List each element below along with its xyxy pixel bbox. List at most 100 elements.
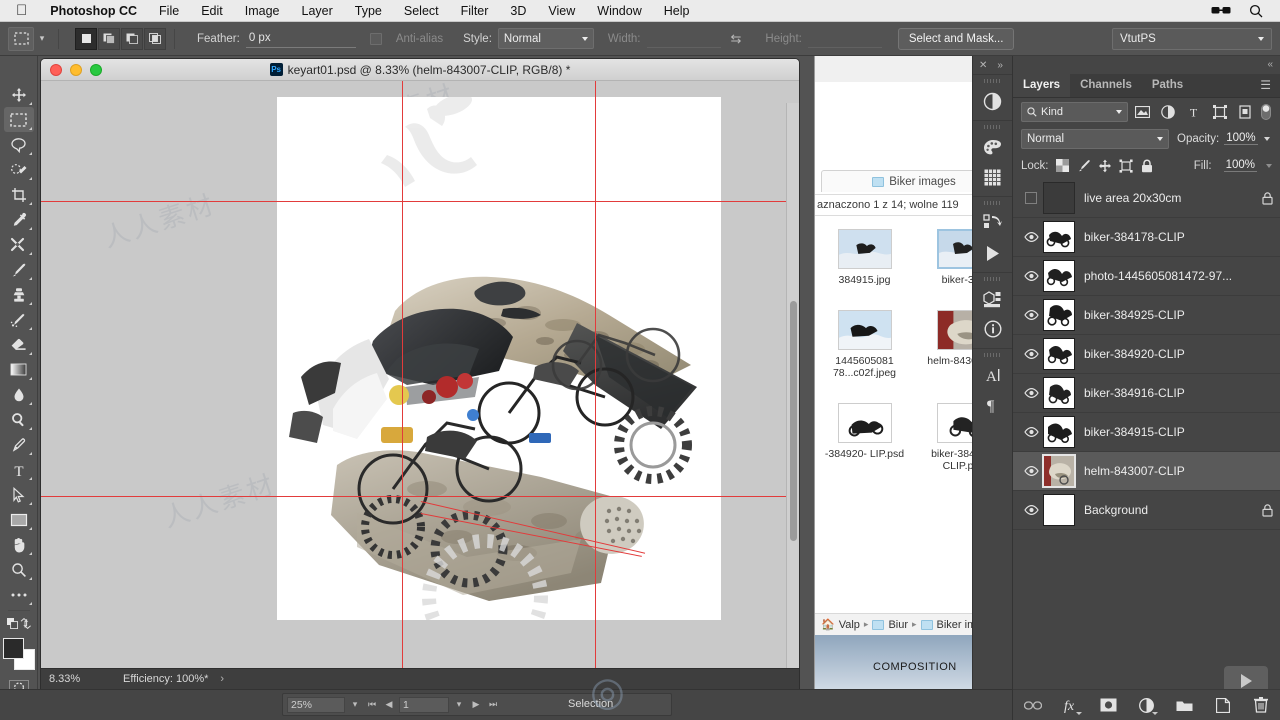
menu-layer[interactable]: Layer bbox=[291, 4, 344, 18]
thumbnail-cell[interactable]: 384915.jpg bbox=[815, 221, 914, 286]
first-frame-button[interactable]: ⏮ bbox=[365, 697, 379, 713]
table-row[interactable]: photo-1445605081472-97... bbox=[1013, 257, 1280, 296]
properties-icon[interactable] bbox=[977, 284, 1009, 314]
layer-style-fx-icon[interactable]: fx bbox=[1061, 695, 1082, 715]
swap-dimensions-icon[interactable]: ⇆ bbox=[731, 31, 742, 47]
clone-stamp-tool[interactable] bbox=[4, 282, 34, 307]
gradient-tool[interactable] bbox=[4, 357, 34, 382]
menu-help[interactable]: Help bbox=[653, 4, 701, 18]
lock-position-icon[interactable] bbox=[1098, 158, 1112, 174]
type-filter-icon[interactable]: T bbox=[1183, 102, 1205, 122]
lock-all-icon[interactable] bbox=[1140, 158, 1154, 174]
eyedropper-tool[interactable] bbox=[4, 207, 34, 232]
crop-tool[interactable] bbox=[4, 182, 34, 207]
adjustments-icon[interactable] bbox=[977, 86, 1009, 116]
app-name-menu[interactable]: Photoshop CC bbox=[39, 4, 148, 18]
last-frame-button[interactable]: ⏭ bbox=[486, 697, 500, 713]
dock-grip[interactable] bbox=[983, 201, 1002, 205]
layer-name[interactable]: biker-384915-CLIP bbox=[1084, 425, 1280, 439]
add-layer-mask-icon[interactable] bbox=[1099, 695, 1119, 715]
layer-visibility-toggle[interactable] bbox=[1019, 271, 1043, 281]
layer-thumbnail[interactable] bbox=[1043, 260, 1075, 292]
width-input[interactable] bbox=[646, 29, 721, 48]
table-row[interactable]: live area 20x30cm bbox=[1013, 179, 1280, 218]
menu-image[interactable]: Image bbox=[234, 4, 291, 18]
eraser-tool[interactable] bbox=[4, 332, 34, 357]
intersect-selection-button[interactable] bbox=[144, 27, 166, 50]
close-icon[interactable]: ✕ bbox=[979, 60, 987, 71]
anti-alias-checkbox[interactable] bbox=[369, 32, 382, 45]
document-vertical-scrollbar[interactable] bbox=[786, 103, 799, 668]
layer-visibility-toggle[interactable] bbox=[1019, 349, 1043, 359]
character-icon[interactable]: A bbox=[977, 360, 1009, 390]
menu-view[interactable]: View bbox=[537, 4, 586, 18]
efficiency-readout[interactable]: Efficiency: 100%* bbox=[119, 673, 208, 685]
pen-tool[interactable] bbox=[4, 432, 34, 457]
zoom-tool[interactable] bbox=[4, 557, 34, 582]
menu-window[interactable]: Window bbox=[586, 4, 652, 18]
blend-mode-select[interactable]: Normal bbox=[1021, 128, 1169, 149]
layer-name[interactable]: helm-843007-CLIP bbox=[1084, 464, 1280, 478]
new-layer-icon[interactable] bbox=[1213, 695, 1233, 715]
healing-brush-tool[interactable] bbox=[4, 232, 34, 257]
move-tool[interactable] bbox=[4, 82, 34, 107]
history-icon[interactable] bbox=[977, 208, 1009, 238]
link-layers-icon[interactable] bbox=[1023, 695, 1043, 715]
previous-frame-button[interactable]: ◀ bbox=[382, 697, 396, 713]
opacity-chevron-icon[interactable] bbox=[1263, 136, 1270, 141]
default-colors-icon[interactable] bbox=[4, 614, 34, 632]
table-row[interactable]: biker-384915-CLIP bbox=[1013, 413, 1280, 452]
search-icon[interactable] bbox=[1240, 4, 1272, 18]
thumbnail-image[interactable] bbox=[837, 310, 892, 350]
thumbnail-cell[interactable]: -384920- LIP.psd bbox=[815, 395, 914, 472]
tool-preset-chevron-icon[interactable]: ▾ bbox=[34, 33, 50, 44]
layer-visibility-toggle[interactable] bbox=[1019, 232, 1043, 242]
layer-name[interactable]: biker-384925-CLIP bbox=[1084, 308, 1280, 322]
smart-object-filter-icon[interactable] bbox=[1234, 102, 1256, 122]
filter-enable-toggle[interactable] bbox=[1260, 102, 1272, 122]
filter-kind-select[interactable]: Kind bbox=[1021, 101, 1128, 122]
new-group-icon[interactable] bbox=[1175, 695, 1195, 715]
layer-visibility-toggle[interactable] bbox=[1019, 192, 1043, 204]
fill-chevron-icon[interactable] bbox=[1266, 163, 1272, 168]
delete-layer-icon[interactable] bbox=[1251, 695, 1271, 715]
layer-thumbnail[interactable] bbox=[1043, 494, 1075, 526]
layer-thumbnail[interactable] bbox=[1043, 221, 1075, 253]
lock-image-pixels-icon[interactable] bbox=[1077, 158, 1091, 174]
style-select[interactable]: Normal bbox=[497, 28, 594, 49]
canvas-area[interactable]: 人人素材 人人素材 人人素材 人人素材 bbox=[41, 81, 799, 668]
layer-thumbnail[interactable] bbox=[1043, 182, 1075, 214]
layer-name[interactable]: biker-384916-CLIP bbox=[1084, 386, 1280, 400]
breadcrumb-item-0[interactable]: Valp bbox=[839, 619, 860, 631]
panel-menu-icon[interactable]: ☰ bbox=[1260, 74, 1280, 97]
info-icon[interactable] bbox=[977, 314, 1009, 344]
frame-number-input[interactable]: 1 bbox=[399, 696, 449, 713]
path-selection-tool[interactable] bbox=[4, 482, 34, 507]
add-to-selection-button[interactable] bbox=[98, 27, 120, 50]
shape-filter-icon[interactable] bbox=[1209, 102, 1231, 122]
menu-edit[interactable]: Edit bbox=[190, 4, 234, 18]
table-row[interactable]: biker-384920-CLIP bbox=[1013, 335, 1280, 374]
opacity-value[interactable]: 100% bbox=[1224, 132, 1258, 145]
blur-tool[interactable] bbox=[4, 382, 34, 407]
lock-transparent-pixels-icon[interactable] bbox=[1056, 158, 1070, 174]
timeline-zoom-select[interactable]: 25% bbox=[287, 696, 345, 713]
tab-layers[interactable]: Layers bbox=[1013, 74, 1071, 97]
layer-visibility-toggle[interactable] bbox=[1019, 427, 1043, 437]
dock-grip[interactable] bbox=[983, 125, 1002, 129]
layer-name[interactable]: biker-384178-CLIP bbox=[1084, 230, 1280, 244]
table-row[interactable]: biker-384178-CLIP bbox=[1013, 218, 1280, 257]
height-input[interactable] bbox=[807, 29, 882, 48]
scrollbar-thumb[interactable] bbox=[790, 301, 797, 541]
layer-visibility-toggle[interactable] bbox=[1019, 388, 1043, 398]
home-icon[interactable]: 🏠 bbox=[821, 618, 835, 631]
layer-visibility-toggle[interactable] bbox=[1019, 466, 1043, 476]
collapse-panel-icon[interactable]: « bbox=[1267, 59, 1273, 70]
edit-toolbar-tool[interactable] bbox=[4, 582, 34, 607]
layer-name[interactable]: photo-1445605081472-97... bbox=[1084, 269, 1280, 283]
layer-thumbnail[interactable] bbox=[1042, 454, 1076, 488]
thumbnail-image[interactable] bbox=[837, 403, 892, 443]
pixel-filter-icon[interactable] bbox=[1132, 102, 1154, 122]
rectangle-tool[interactable] bbox=[4, 507, 34, 532]
frame-chevron-icon[interactable]: ▾ bbox=[452, 697, 466, 713]
